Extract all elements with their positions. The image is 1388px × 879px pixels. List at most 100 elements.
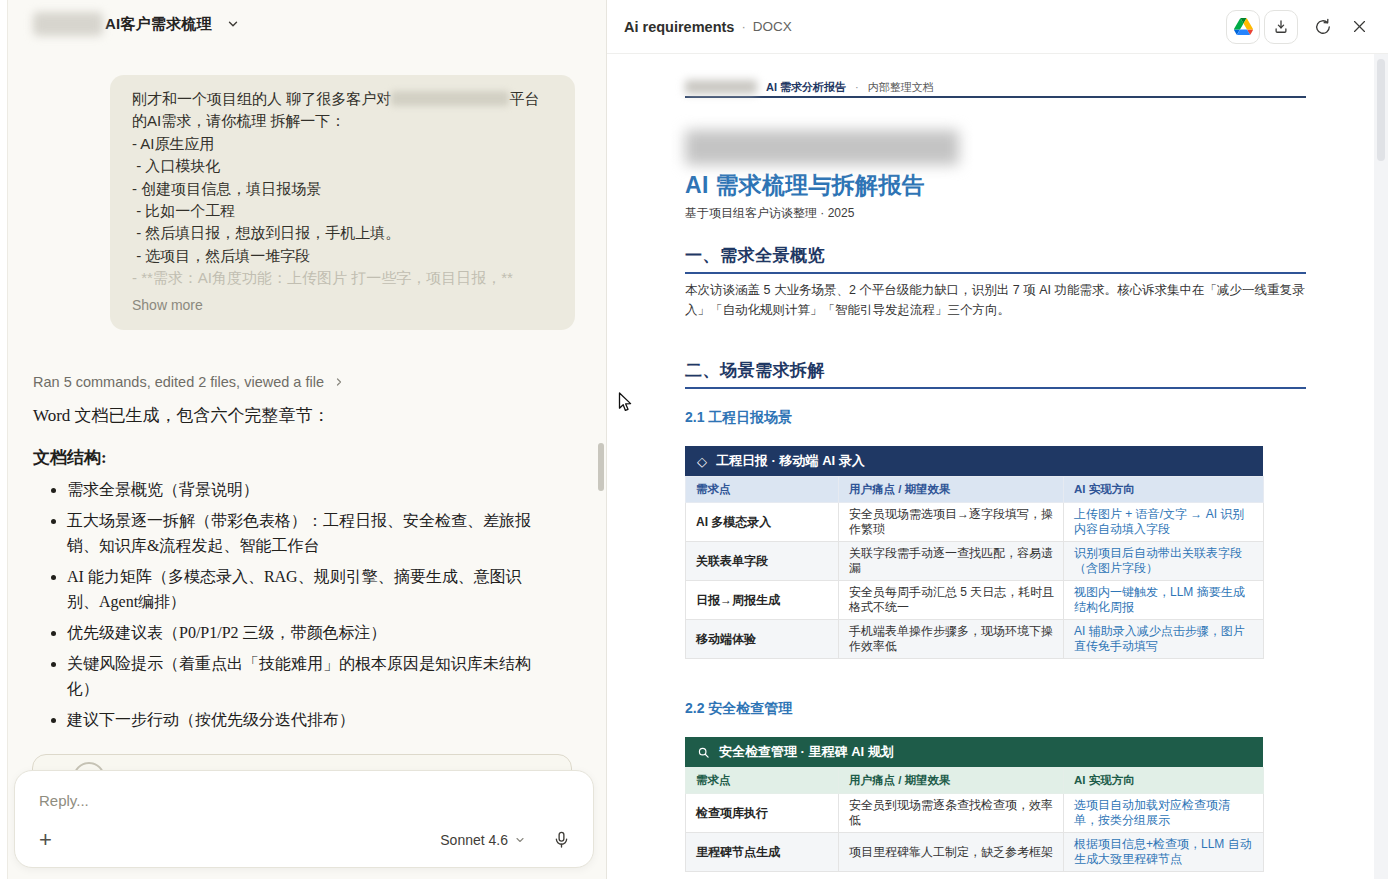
section-2-heading: 二、场景需求拆解 bbox=[685, 361, 1306, 389]
chevron-down-icon[interactable] bbox=[226, 17, 240, 31]
show-more-link[interactable]: Show more bbox=[132, 294, 555, 316]
assistant-message: Word 文档已生成，包含六个完整章节： 文档结构: 需求全景概览（背景说明）五… bbox=[33, 404, 551, 738]
model-selector[interactable]: Sonnet 4.6 bbox=[440, 832, 526, 848]
tool-summary[interactable]: Ran 5 commands, edited 2 files, viewed a… bbox=[33, 374, 345, 390]
table-cell: AI 多模态录入 bbox=[686, 503, 839, 542]
table-row: 移动端体验手机端表单操作步骤多，现场环境下操作效率低AI 辅助录入减少点击步骤，… bbox=[686, 620, 1264, 659]
page-header-title: AI 需求分析报告 bbox=[766, 81, 846, 93]
page-header-subtitle: 内部整理文档 bbox=[868, 81, 934, 93]
table-header-row: 需求点用户痛点 / 期望效果AI 实现方向 bbox=[686, 477, 1264, 503]
close-button[interactable] bbox=[1344, 12, 1374, 42]
composer-toolbar: + Sonnet 4.6 bbox=[39, 830, 571, 849]
mouse-cursor bbox=[618, 392, 633, 413]
document-title: Ai requirements bbox=[624, 19, 734, 35]
table-row: 日报→周报生成安全员每周手动汇总 5 天日志，耗时且格式不统一视图内一键触发，L… bbox=[686, 581, 1264, 620]
redacted-text bbox=[391, 91, 509, 106]
document-structure-item: 建议下一步行动（按优先级分迭代排布） bbox=[67, 707, 551, 732]
user-message-line: - 选项目，然后填一堆字段 bbox=[132, 245, 555, 267]
requirements-table: 需求点用户痛点 / 期望效果AI 实现方向 检查项库执行安全员到现场需逐条查找检… bbox=[685, 767, 1264, 872]
user-message-line: - 比如一个工程 bbox=[132, 200, 555, 222]
table-title-band: 安全检查管理 · 里程碑 AI 规划 bbox=[685, 737, 1263, 767]
chat-header[interactable]: AI客户需求梳理 bbox=[33, 12, 240, 36]
redacted-doc-title bbox=[685, 130, 959, 165]
microphone-icon[interactable] bbox=[552, 830, 571, 849]
column-header: AI 实现方向 bbox=[1064, 768, 1264, 794]
column-header: 用户痛点 / 期望效果 bbox=[839, 768, 1064, 794]
section-2-2-heading: 2.2 安全检查管理 bbox=[685, 700, 1374, 717]
user-message-lines: 的AI需求，请你梳理 拆解一下：- AI原生应用 - 入口模块化- 创建项目信息… bbox=[132, 110, 555, 289]
table-title: 工程日报 · 移动端 AI 录入 bbox=[716, 452, 865, 470]
table-cell: 安全员现场需选项目→逐字段填写，操作繁琐 bbox=[839, 503, 1064, 542]
google-drive-button[interactable] bbox=[1226, 10, 1260, 44]
section-2-1-heading: 2.1 工程日报场景 bbox=[685, 409, 1374, 426]
table-title: 安全检查管理 · 里程碑 AI 规划 bbox=[719, 743, 894, 761]
assistant-intro: Word 文档已生成，包含六个完整章节： bbox=[33, 404, 551, 427]
requirements-table: 需求点用户痛点 / 期望效果AI 实现方向 AI 多模态录入安全员现场需选项目→… bbox=[685, 476, 1264, 659]
document-structure-list: 需求全景概览（背景说明） 五大场景逐一拆解（带彩色表格）：工程日报、安全检查、差旅… bbox=[33, 477, 551, 732]
document-scroll-area[interactable]: AI 需求分析报告 · 内部整理文档 AI 需求梳理与拆解报告 基于项目组客户访… bbox=[607, 54, 1374, 879]
tool-summary-label: Ran 5 commands, edited 2 files, viewed a… bbox=[33, 374, 324, 390]
table-cell: 日报→周报生成 bbox=[686, 581, 839, 620]
document-structure-item: 优先级建议表（P0/P1/P2 三级，带颜色标注） bbox=[67, 620, 551, 645]
table-row: AI 多模态录入安全员现场需选项目→逐字段填写，操作繁琐上传图片 + 语音/文字… bbox=[686, 503, 1264, 542]
table-cell: 关联表单字段 bbox=[686, 542, 839, 581]
section-1-paragraph: 本次访谈涵盖 5 大业务场景、2 个平台级能力缺口，识别出 7 项 AI 功能需… bbox=[685, 280, 1307, 320]
document-type-badge: DOCX bbox=[753, 19, 792, 34]
magnifier-icon bbox=[697, 746, 710, 759]
section-1-heading: 一、需求全景概览 bbox=[685, 246, 1306, 274]
document-structure-item: 关键风险提示（着重点出「技能难用」的根本原因是知识库未结构化） bbox=[67, 651, 551, 701]
table-cell: 里程碑节点生成 bbox=[686, 833, 839, 872]
document-header: Ai requirements · DOCX bbox=[607, 0, 1388, 54]
chevron-down-icon bbox=[514, 834, 526, 846]
user-message-line: 的AI需求，请你梳理 拆解一下： bbox=[132, 110, 555, 132]
user-message-line: - 入口模块化 bbox=[132, 155, 555, 177]
user-message[interactable]: 刚才和一个项目组的人 聊了很多客户对平台 的AI需求，请你梳理 拆解一下：- A… bbox=[110, 75, 575, 330]
conversation-title: AI客户需求梳理 bbox=[105, 15, 212, 34]
table-cell: 关联字段需手动逐一查找匹配，容易遗漏 bbox=[839, 542, 1064, 581]
chevron-right-icon bbox=[333, 376, 345, 388]
user-message-line: - **需求：AI角度功能：上传图片 打一些字，项目日报，** bbox=[132, 267, 555, 289]
user-message-line: - AI原生应用 bbox=[132, 133, 555, 155]
document-structure-item: 五大场景逐一拆解（带彩色表格）：工程日报、安全检查、差旅报销、知识库&流程发起、… bbox=[67, 508, 551, 558]
close-icon bbox=[1351, 18, 1368, 35]
attach-button[interactable]: + bbox=[39, 831, 52, 849]
table-header-row: 需求点用户痛点 / 期望效果AI 实现方向 bbox=[686, 768, 1264, 794]
chat-scrollbar[interactable] bbox=[598, 443, 604, 491]
document-structure-item: AI 能力矩阵（多模态录入、RAG、规则引擎、摘要生成、意图识别、Agent编排… bbox=[67, 564, 551, 614]
column-header: 需求点 bbox=[686, 768, 839, 794]
document-page: AI 需求分析报告 · 内部整理文档 AI 需求梳理与拆解报告 基于项目组客户访… bbox=[607, 54, 1374, 872]
document-preview-panel: Ai requirements · DOCX bbox=[606, 0, 1388, 879]
document-structure-item: 需求全景概览（背景说明） bbox=[67, 477, 551, 502]
table-cell: 上传图片 + 语音/文字 → AI 识别内容自动填入字段 bbox=[1064, 503, 1264, 542]
user-message-line: 刚才和一个项目组的人 聊了很多客户对平台 bbox=[132, 88, 555, 110]
scrollbar-thumb[interactable] bbox=[1377, 59, 1385, 161]
app-window: AI客户需求梳理 刚才和一个项目组的人 聊了很多客户对平台 的AI需求，请你梳理… bbox=[0, 0, 1388, 879]
refresh-button[interactable] bbox=[1308, 12, 1338, 42]
user-message-line: - 创建项目信息，填日报场景 bbox=[132, 178, 555, 200]
table-safety-inspection: 安全检查管理 · 里程碑 AI 规划 需求点用户痛点 / 期望效果AI 实现方向… bbox=[685, 737, 1263, 872]
table-row: 里程碑节点生成项目里程碑靠人工制定，缺乏参考框架根据项目信息+检查项，LLM 自… bbox=[686, 833, 1264, 872]
download-button[interactable] bbox=[1264, 10, 1298, 44]
table-row: 检查项库执行安全员到现场需逐条查找检查项，效率低选项目自动加载对应检查项清单，按… bbox=[686, 794, 1264, 833]
table-cell: 选项目自动加载对应检查项清单，按类分组展示 bbox=[1064, 794, 1264, 833]
google-drive-icon bbox=[1234, 18, 1253, 35]
doc-title-heading: AI 需求梳理与拆解报告 bbox=[685, 172, 1374, 199]
reply-composer[interactable]: Reply... + Sonnet 4.6 bbox=[14, 770, 594, 868]
diamond-icon: ◇ bbox=[697, 454, 707, 469]
column-header: 用户痛点 / 期望效果 bbox=[839, 477, 1064, 503]
document-scrollbar[interactable] bbox=[1374, 54, 1388, 879]
chat-panel: AI客户需求梳理 刚才和一个项目组的人 聊了很多客户对平台 的AI需求，请你梳理… bbox=[8, 0, 606, 879]
table-cell: 移动端体验 bbox=[686, 620, 839, 659]
header-rule bbox=[685, 96, 1306, 98]
table-cell: 项目里程碑靠人工制定，缺乏参考框架 bbox=[839, 833, 1064, 872]
table-cell: 安全员每周手动汇总 5 天日志，耗时且格式不统一 bbox=[839, 581, 1064, 620]
table-cell: AI 辅助录入减少点击步骤，图片直传免手动填写 bbox=[1064, 620, 1264, 659]
reply-input[interactable]: Reply... bbox=[39, 792, 89, 809]
user-message-line: - 然后填日报，想放到日报，手机上填。 bbox=[132, 222, 555, 244]
column-header: 需求点 bbox=[686, 477, 839, 503]
refresh-icon bbox=[1313, 17, 1333, 37]
table-title-band: ◇ 工程日报 · 移动端 AI 录入 bbox=[685, 446, 1263, 476]
download-icon bbox=[1272, 18, 1290, 36]
table-cell: 安全员到现场需逐条查找检查项，效率低 bbox=[839, 794, 1064, 833]
redacted-title-prefix bbox=[33, 12, 103, 36]
